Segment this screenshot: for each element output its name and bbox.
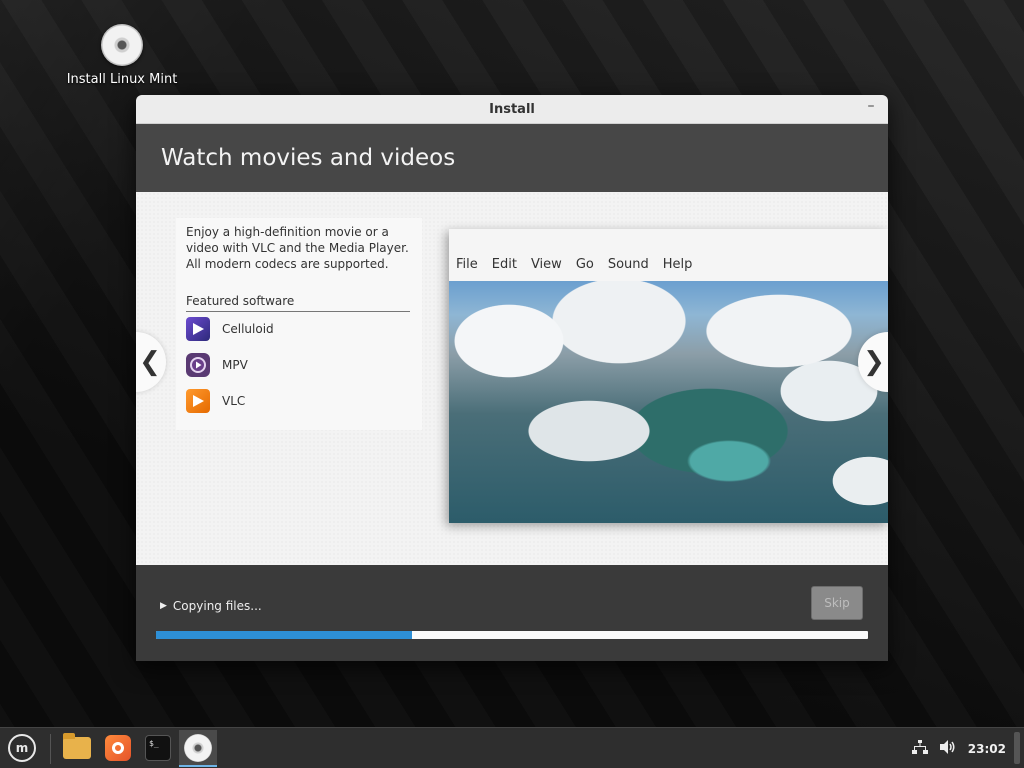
minimize-icon: – xyxy=(867,98,875,114)
window-titlebar[interactable]: Install – xyxy=(136,95,888,124)
installer-window-button[interactable] xyxy=(179,730,217,767)
installer-disc-icon xyxy=(184,733,212,762)
slide-text-panel: Enjoy a high-definition movie or a video… xyxy=(176,218,422,430)
menu-file: File xyxy=(456,257,478,272)
clock[interactable]: 23:02 xyxy=(968,742,1006,756)
chevron-left-icon: ❮ xyxy=(139,347,161,377)
slideshow-area: Enjoy a high-definition movie or a video… xyxy=(136,192,888,566)
window-title: Install xyxy=(489,101,535,117)
app-vlc[interactable]: VLC xyxy=(186,389,245,413)
menu-view: View xyxy=(530,257,562,272)
files-launcher[interactable] xyxy=(60,732,94,764)
install-progress-area: ▶ Copying files... Skip xyxy=(136,565,888,661)
skip-button[interactable]: Skip xyxy=(811,586,863,620)
terminal-launcher[interactable]: $_ xyxy=(141,732,175,764)
featured-software-heading: Featured software xyxy=(186,294,410,312)
expander-arrow-icon: ▶ xyxy=(160,601,167,611)
install-window: Install – Watch movies and videos Enjoy … xyxy=(136,95,888,661)
player-menubar: File Edit View Go Sound Help xyxy=(449,257,699,272)
menu-go: Go xyxy=(575,257,594,272)
video-frame xyxy=(449,281,888,523)
slide-header: Watch movies and videos xyxy=(136,124,888,192)
progress-bar xyxy=(156,631,868,639)
firefox-icon xyxy=(105,735,131,761)
slide-title: Watch movies and videos xyxy=(161,145,456,171)
show-desktop-button[interactable] xyxy=(1014,732,1020,764)
system-tray: 23:02 xyxy=(911,728,1006,768)
chevron-right-icon: ❯ xyxy=(863,347,885,377)
taskbar: m $_ 23:02 xyxy=(0,727,1024,768)
app-label: VLC xyxy=(222,394,246,408)
skip-label: Skip xyxy=(824,596,850,610)
menu-edit: Edit xyxy=(491,257,517,272)
app-celluloid[interactable]: Celluloid xyxy=(186,317,274,341)
app-label: MPV xyxy=(222,358,248,372)
vlc-icon xyxy=(186,389,210,413)
app-label: Celluloid xyxy=(222,322,274,336)
status-text: Copying files... xyxy=(172,599,262,613)
files-icon xyxy=(63,733,91,759)
volume-icon[interactable] xyxy=(939,739,956,758)
previous-slide-button[interactable]: ❮ xyxy=(136,332,166,392)
taskbar-separator xyxy=(50,734,51,764)
menu-sound: Sound xyxy=(607,257,649,272)
desktop-icon-label: Install Linux Mint xyxy=(66,72,178,87)
mint-menu-button[interactable]: m xyxy=(5,732,39,764)
app-mpv[interactable]: MPV xyxy=(186,353,248,377)
network-icon[interactable] xyxy=(911,739,928,758)
desktop-icon-install[interactable]: Install Linux Mint xyxy=(62,24,182,87)
firefox-launcher[interactable] xyxy=(101,732,135,764)
status-expander[interactable]: ▶ Copying files... xyxy=(160,599,262,613)
disc-icon xyxy=(101,24,143,66)
progress-fill xyxy=(156,631,413,639)
celluloid-icon xyxy=(186,317,210,341)
slide-intro-text: Enjoy a high-definition movie or a video… xyxy=(186,225,409,271)
minimize-button[interactable]: – xyxy=(864,98,878,115)
mpv-icon xyxy=(186,353,210,377)
mint-menu-icon: m xyxy=(8,734,36,762)
menu-help: Help xyxy=(662,257,693,272)
media-player-screenshot: File Edit View Go Sound Help xyxy=(449,229,888,523)
terminal-icon: $_ xyxy=(145,735,171,761)
